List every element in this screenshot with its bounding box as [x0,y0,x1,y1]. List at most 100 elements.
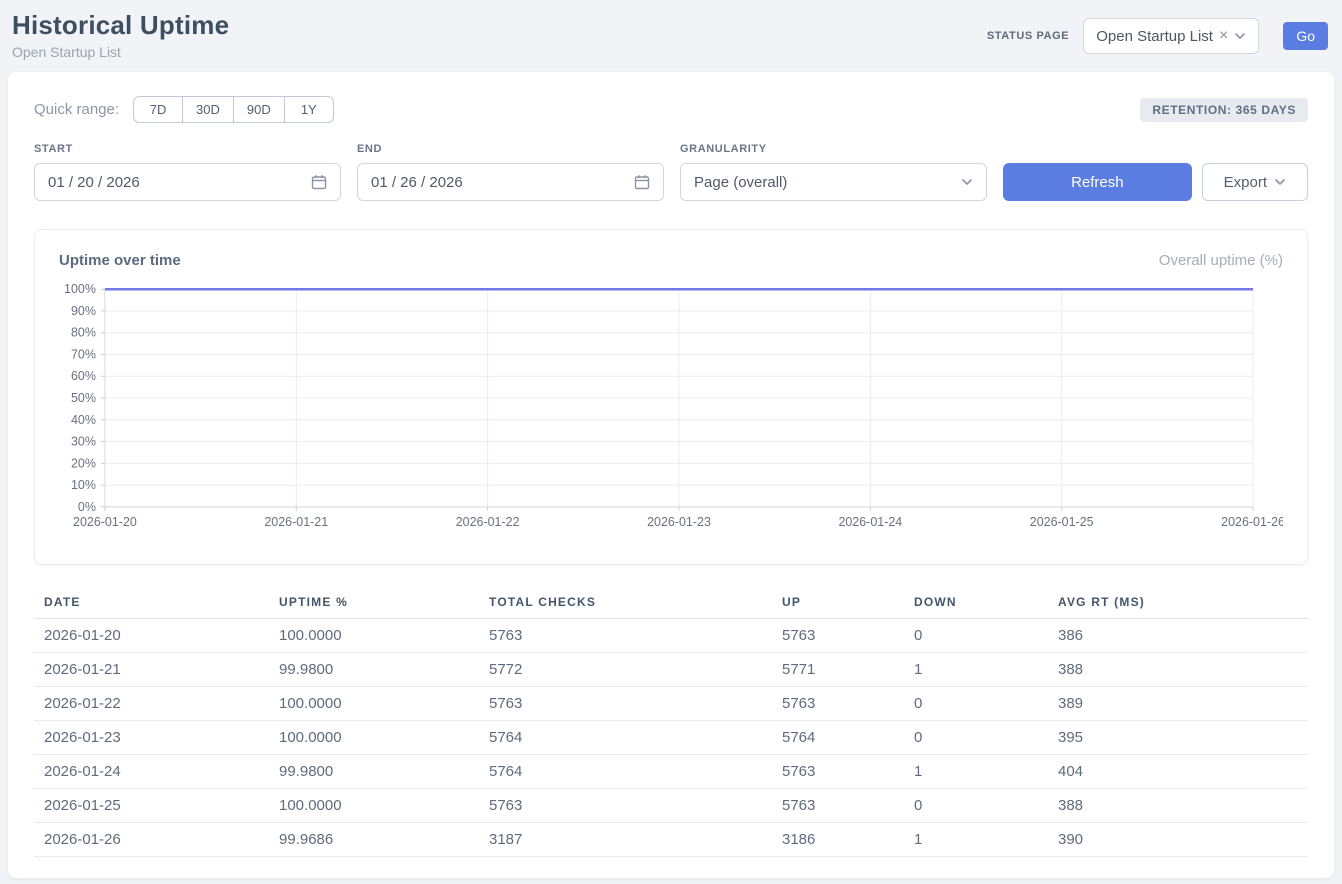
end-date-label: END [357,143,664,155]
table-row: 2026-01-25100.0000576357630388 [34,789,1308,823]
table-cell: 99.9800 [279,755,489,789]
table-cell: 390 [1058,823,1308,857]
table-cell: 5771 [782,653,914,687]
table-cell: 1 [914,823,1058,857]
start-date-field: START 01 / 20 / 2026 [34,143,341,201]
table-cell: 1 [914,755,1058,789]
quick-range-row: Quick range: 7D 30D 90D 1Y RETENTION: 36… [34,96,1308,123]
col-date: DATE [34,589,279,619]
granularity-value: Page (overall) [694,174,787,191]
retention-badge: RETENTION: 365 DAYS [1140,98,1308,122]
quick-range-30d[interactable]: 30D [182,96,234,123]
go-button[interactable]: Go [1283,22,1328,50]
quick-range-group: 7D 30D 90D 1Y [133,96,334,123]
quick-range-7d[interactable]: 7D [133,96,183,123]
table-header-row: DATE UPTIME % TOTAL CHECKS UP DOWN AVG R… [34,589,1308,619]
end-date-input[interactable]: 01 / 26 / 2026 [357,163,664,201]
table-cell: 388 [1058,653,1308,687]
quick-range-1y[interactable]: 1Y [284,96,334,123]
table-cell: 100.0000 [279,789,489,823]
col-down: DOWN [914,589,1058,619]
table-cell: 395 [1058,721,1308,755]
svg-text:2026-01-23: 2026-01-23 [647,515,711,529]
status-page-value: Open Startup List [1096,28,1213,45]
svg-text:2026-01-22: 2026-01-22 [456,515,520,529]
table-cell: 2026-01-26 [34,823,279,857]
svg-text:40%: 40% [71,413,96,427]
svg-text:50%: 50% [71,391,96,405]
calendar-icon[interactable] [311,174,327,190]
svg-text:30%: 30% [71,435,96,449]
table-cell: 5764 [489,755,782,789]
quick-range-90d[interactable]: 90D [233,96,285,123]
quick-range-label: Quick range: [34,101,119,118]
filters-row: START 01 / 20 / 2026 END 01 / 26 / 2026 … [34,143,1308,201]
table-cell: 5763 [782,619,914,653]
table-cell: 5772 [489,653,782,687]
table-cell: 2026-01-20 [34,619,279,653]
svg-text:90%: 90% [71,304,96,318]
chart-header: Uptime over time Overall uptime (%) [59,252,1283,269]
start-date-input[interactable]: 01 / 20 / 2026 [34,163,341,201]
table-cell: 5763 [782,687,914,721]
table-cell: 1 [914,653,1058,687]
svg-text:2026-01-25: 2026-01-25 [1030,515,1094,529]
table-cell: 5763 [489,687,782,721]
table-cell: 2026-01-25 [34,789,279,823]
clear-icon[interactable]: × [1219,28,1228,44]
chevron-down-icon [1274,178,1286,186]
table-row: 2026-01-22100.0000576357630389 [34,687,1308,721]
col-uptime: UPTIME % [279,589,489,619]
svg-text:2026-01-24: 2026-01-24 [838,515,902,529]
chart-title: Uptime over time [59,252,181,269]
table-cell: 100.0000 [279,721,489,755]
table-cell: 99.9686 [279,823,489,857]
col-up: UP [782,589,914,619]
table-cell: 0 [914,789,1058,823]
start-date-value: 01 / 20 / 2026 [48,174,140,191]
refresh-button[interactable]: Refresh [1003,163,1192,201]
calendar-icon[interactable] [634,174,650,190]
svg-text:2026-01-20: 2026-01-20 [73,515,137,529]
svg-text:20%: 20% [71,456,96,470]
table-cell: 5763 [782,789,914,823]
end-date-field: END 01 / 26 / 2026 [357,143,664,201]
status-page-label: STATUS PAGE [987,30,1069,42]
table-row: 2026-01-2699.9686318731861390 [34,823,1308,857]
chart-card: Uptime over time Overall uptime (%) 0% 10… [34,229,1308,565]
status-page-select[interactable]: Open Startup List × [1083,18,1259,54]
title-block: Historical Uptime Open Startup List [12,10,229,60]
header-actions: STATUS PAGE Open Startup List × Go [987,18,1328,54]
table-cell: 0 [914,687,1058,721]
table-row: 2026-01-20100.0000576357630386 [34,619,1308,653]
svg-text:70%: 70% [71,347,96,361]
export-button[interactable]: Export [1202,163,1308,201]
table-cell: 3186 [782,823,914,857]
table-cell: 386 [1058,619,1308,653]
chevron-down-icon [1234,32,1246,40]
table-cell: 5764 [782,721,914,755]
table-cell: 389 [1058,687,1308,721]
chevron-down-icon [961,178,973,186]
chart-legend: Overall uptime (%) [1159,252,1283,269]
export-label: Export [1224,174,1267,191]
granularity-select[interactable]: Page (overall) [680,163,987,201]
table-cell: 2026-01-23 [34,721,279,755]
table-cell: 100.0000 [279,687,489,721]
table-cell: 5763 [489,789,782,823]
table-row: 2026-01-2499.9800576457631404 [34,755,1308,789]
table-cell: 0 [914,721,1058,755]
table-cell: 99.9800 [279,653,489,687]
svg-text:0%: 0% [78,500,96,514]
svg-text:10%: 10% [71,478,96,492]
col-total-checks: TOTAL CHECKS [489,589,782,619]
table-cell: 5763 [782,755,914,789]
table-cell: 404 [1058,755,1308,789]
svg-text:2026-01-21: 2026-01-21 [264,515,328,529]
table-body: 2026-01-20100.00005763576303862026-01-21… [34,619,1308,857]
table-cell: 5764 [489,721,782,755]
table-cell: 0 [914,619,1058,653]
page-header: Historical Uptime Open Startup List STAT… [0,0,1342,64]
end-date-value: 01 / 26 / 2026 [371,174,463,191]
table-row: 2026-01-23100.0000576457640395 [34,721,1308,755]
